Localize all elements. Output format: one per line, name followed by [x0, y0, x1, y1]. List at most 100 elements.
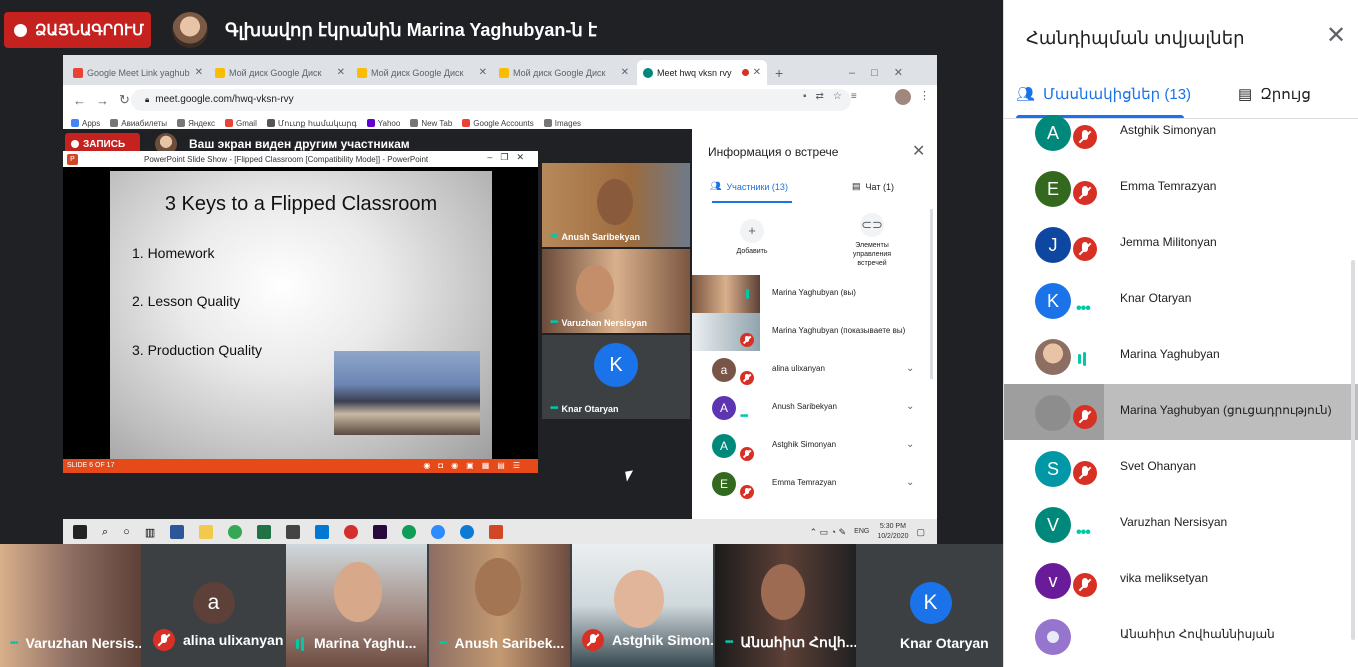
participant-row[interactable]: A Astghik Simonyan ⌄	[692, 427, 937, 465]
tab-participants[interactable]: 👥︎ Մասնակիցներ (13)	[1016, 85, 1191, 103]
chrome-icon[interactable]	[228, 525, 243, 539]
url-input[interactable]: 🔒︎ meet.google.com/hwq-vksn-rvy	[131, 89, 851, 111]
tab-chat[interactable]: ▤ Чат (1)	[852, 181, 894, 192]
participant-row[interactable]: K ••• Knar Otaryan	[1004, 272, 1358, 328]
browser-tab[interactable]: Google Meet Link yaghub ✕	[67, 60, 209, 85]
menu-icon[interactable]: ⋮	[919, 89, 930, 102]
meet-icon	[643, 67, 653, 78]
edge-icon[interactable]	[460, 525, 475, 539]
scrollbar[interactable]	[1351, 260, 1355, 640]
participant-row[interactable]: Marina Yaghubyan (ցուցադրություն)	[1004, 384, 1358, 440]
chevron-down-icon[interactable]: ⌄	[906, 363, 914, 374]
video-tile[interactable]: ••• Anush Saribek...	[429, 544, 570, 667]
add-people-button[interactable]: + Добавить	[722, 219, 782, 256]
close-icon[interactable]: ✕	[195, 67, 203, 78]
forward-icon[interactable]: →	[96, 93, 109, 108]
more-icon: •••	[10, 637, 18, 649]
browser-tab[interactable]: Мой диск Google Диск ✕	[493, 60, 635, 85]
browser-tab-active[interactable]: Meet hwq vksn rvy ✕	[637, 60, 767, 85]
mic-off-icon	[740, 371, 754, 385]
close-icon[interactable]: ✕	[1326, 24, 1346, 48]
video-tile[interactable]: ••• Anush Saribekyan	[542, 163, 690, 247]
bookmark-item[interactable]: Google Accounts	[462, 119, 534, 128]
close-icon[interactable]: ✕	[337, 67, 345, 78]
close-icon[interactable]: ✕	[479, 67, 487, 78]
yandex-icon[interactable]	[344, 525, 359, 539]
globe-icon	[543, 119, 552, 127]
window-controls[interactable]: –❐✕	[487, 152, 532, 163]
chevron-down-icon[interactable]: ⌄	[906, 439, 914, 450]
clock[interactable]: 5:30 PM 10/2/2020	[877, 522, 908, 542]
cortana-icon[interactable]: ○	[123, 526, 130, 538]
participant-row[interactable]: Անահիտ Հովհաննիսյան	[1004, 608, 1358, 664]
close-icon[interactable]: ✕	[621, 67, 629, 78]
hangouts-icon[interactable]	[402, 525, 417, 539]
premiere-icon[interactable]	[373, 525, 388, 539]
participant-row[interactable]: A ••• Anush Saribekyan ⌄	[692, 389, 937, 427]
video-tile[interactable]: ••• Անահիտ Հովհ...	[715, 544, 856, 667]
participant-row[interactable]: E Emma Temrazyan	[1004, 160, 1358, 216]
notifications-icon[interactable]: ▢	[916, 527, 925, 537]
video-tile[interactable]: ••• Varuzhan Nersisyan	[542, 249, 690, 333]
bookmark-item[interactable]: Gmail	[224, 119, 257, 128]
folder-icon[interactable]	[199, 525, 214, 539]
participant-row[interactable]: Marina Yaghubyan (вы)	[692, 275, 937, 313]
bookmark-item[interactable]: New Tab	[410, 119, 452, 128]
scrollbar[interactable]	[930, 209, 933, 379]
bookmark-item[interactable]: Apps	[71, 119, 100, 128]
store-icon[interactable]	[286, 525, 301, 539]
tab-participants[interactable]: 👥︎ Участники (13)	[710, 181, 788, 192]
powerpoint-taskbar-icon[interactable]	[489, 525, 504, 539]
video-tile[interactable]: Astghik Simon...	[572, 544, 713, 667]
bookmark-item[interactable]: Մուտք համակարգ	[266, 119, 357, 128]
record-icon	[71, 140, 79, 148]
language-indicator[interactable]: ENG	[854, 527, 869, 537]
excel-icon[interactable]	[257, 525, 272, 539]
window-controls[interactable]: –□✕	[843, 60, 925, 85]
back-icon[interactable]: ←	[73, 93, 86, 108]
new-tab-button[interactable]: +	[769, 60, 789, 85]
close-icon[interactable]: ✕	[753, 67, 761, 78]
mail-icon[interactable]	[315, 525, 330, 539]
video-tile[interactable]: K ••• Knar Otaryan	[542, 335, 690, 419]
tab-chat[interactable]: ▤ Զրույց	[1238, 85, 1311, 103]
chevron-down-icon[interactable]: ⌄	[906, 477, 914, 488]
meeting-controls-button[interactable]: ⊂⊃ Элементы управления встречей	[842, 213, 902, 268]
participant-row[interactable]: Marina Yaghubyan (показываете вы)	[692, 313, 937, 351]
participant-row[interactable]: V ••• Varuzhan Nersisyan	[1004, 496, 1358, 552]
bookmark-item[interactable]: Yahoo	[366, 119, 400, 128]
mouse-cursor	[625, 470, 635, 482]
tray-icons[interactable]: ⌃ ▭ ◔ ✎	[810, 527, 847, 537]
participant-avatar: A	[712, 434, 736, 458]
bookmark-item[interactable]: Яндекс	[177, 119, 215, 128]
browser-tab[interactable]: Мой диск Google Диск ✕	[209, 60, 351, 85]
participant-row[interactable]: v vika meliksetyan	[1004, 552, 1358, 608]
zoom-icon[interactable]	[431, 525, 446, 539]
chevron-down-icon[interactable]: ⌄	[906, 401, 914, 412]
video-tile[interactable]: a alina ulixanyan	[143, 544, 284, 667]
word-icon[interactable]	[170, 525, 185, 539]
close-icon[interactable]: ✕	[912, 141, 925, 161]
video-tile[interactable]: K Knar Otaryan	[858, 544, 1003, 667]
participant-row[interactable]: Marina Yaghubyan	[1004, 328, 1358, 384]
participant-row[interactable]: E Emma Temrazyan ⌄	[692, 465, 937, 503]
video-tile[interactable]: Marina Yaghu...	[286, 544, 427, 667]
default-avatar-icon	[1035, 619, 1071, 655]
browser-tab[interactable]: Мой диск Google Диск ✕	[351, 60, 493, 85]
bookmark-item[interactable]: Images	[543, 119, 581, 128]
bookmark-item[interactable]: Авиабилеты	[110, 119, 167, 128]
profile-avatar[interactable]	[895, 89, 911, 105]
more-icon: •••	[740, 411, 748, 422]
search-icon[interactable]: ⌕	[102, 526, 108, 539]
participant-row[interactable]: J Jemma Militonyan	[1004, 216, 1358, 272]
windows-start-icon[interactable]	[73, 525, 87, 539]
video-tile[interactable]: ••• Varuzhan Nersis...	[0, 544, 141, 667]
task-view-icon[interactable]: ▥	[145, 526, 155, 539]
recording-button[interactable]: ՁԱՅՆԱԳՐՈՒՄ	[4, 12, 151, 48]
participant-row[interactable]: S Svet Ohanyan	[1004, 440, 1358, 496]
reload-icon[interactable]: ↻	[119, 92, 130, 108]
participant-row[interactable]: A Astghik Simonyan	[1004, 104, 1358, 160]
browser-toolbar-icons[interactable]: ▪⇄☆≡	[803, 91, 866, 102]
slideshow-controls[interactable]: ◉◘◉▣▦▤☰	[423, 461, 528, 470]
participant-row[interactable]: a alina ulixanyan ⌄	[692, 351, 937, 389]
